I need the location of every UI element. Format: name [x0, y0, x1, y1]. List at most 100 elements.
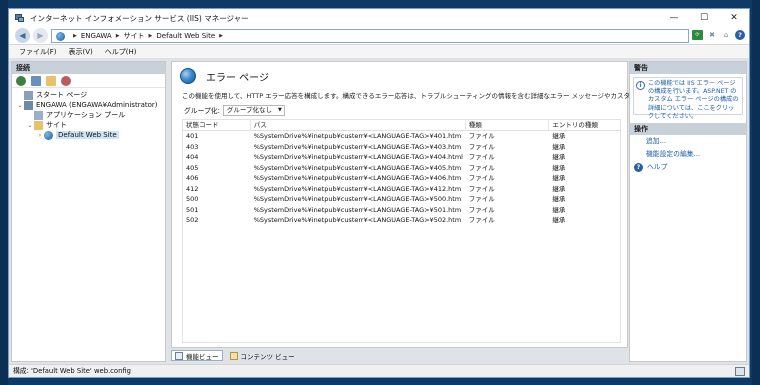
- main-content: 接続 スタート ページ ⌄ ENGAWA (ENGAWA¥Administrat…: [9, 59, 749, 364]
- table-row[interactable]: 405 %SystemDrive%¥inetpub¥custerr¥<LANGU…: [183, 163, 620, 174]
- website-globe-icon: [44, 130, 53, 140]
- feature-pane: エラー ページ この機能を使用して、HTTP エラー応答を構成します。構成できる…: [171, 61, 699, 348]
- desktop-background-right: [752, 0, 760, 385]
- breadcrumb-separator: ▶: [73, 33, 77, 39]
- action-add[interactable]: 追加...: [630, 135, 746, 148]
- connect-icon[interactable]: [16, 75, 26, 86]
- cell-path: %SystemDrive%¥inetpub¥custerr¥<LANGUAGE-…: [253, 216, 462, 224]
- menu-help[interactable]: ヘルプ(H): [99, 47, 143, 57]
- cell-entry-type: 継承: [552, 216, 566, 224]
- tree-item-default-web-site[interactable]: › Default Web Site: [12, 130, 165, 140]
- tree-item-start-page[interactable]: スタート ページ: [12, 90, 165, 100]
- table-row[interactable]: 404 %SystemDrive%¥inetpub¥custerr¥<LANGU…: [183, 152, 620, 163]
- expand-toggle[interactable]: ›: [36, 132, 44, 139]
- cell-type: ファイル: [468, 132, 495, 140]
- table-row[interactable]: 502 %SystemDrive%¥inetpub¥custerr¥<LANGU…: [183, 215, 620, 226]
- back-arrow-icon: ◀: [19, 31, 26, 40]
- tab-label: 機能ビュー: [186, 352, 219, 361]
- cell-path: %SystemDrive%¥inetpub¥custerr¥<LANGUAGE-…: [253, 142, 462, 151]
- tab-features-view[interactable]: 機能ビュー: [171, 350, 223, 361]
- home-icon[interactable]: ⌂: [721, 30, 731, 40]
- table-row[interactable]: 406 %SystemDrive%¥inetpub¥custerr¥<LANGU…: [183, 173, 620, 184]
- cell-status-code: 501: [186, 205, 199, 214]
- app-pool-icon: [34, 110, 43, 120]
- tree-item-sites[interactable]: ⌄ サイト: [12, 120, 165, 130]
- cell-type: ファイル: [468, 195, 495, 203]
- action-edit-feature-settings[interactable]: 機能設定の編集...: [630, 148, 746, 161]
- cell-status-code: 403: [186, 142, 199, 151]
- forward-button[interactable]: ▶: [33, 28, 48, 43]
- expand-toggle[interactable]: ⌄: [16, 102, 24, 109]
- features-view-icon: [175, 351, 183, 360]
- tab-label: コンテンツ ビュー: [240, 352, 295, 361]
- breadcrumb-separator: ▶: [148, 33, 153, 39]
- page-description: この機能を使用して、HTTP エラー応答を構成します。構成できるエラー応答は、ト…: [182, 92, 699, 100]
- connections-toolbar: [12, 74, 165, 88]
- menu-bar: ファイル(F) 表示(V) ヘルプ(H): [9, 45, 749, 59]
- table-row[interactable]: 501 %SystemDrive%¥inetpub¥custerr¥<LANGU…: [183, 205, 620, 216]
- group-by-bar: グループ化: グループ化なし ▼: [172, 103, 627, 117]
- close-button[interactable]: ✕: [719, 9, 749, 27]
- back-button[interactable]: ◀: [15, 28, 30, 43]
- server-icon: [24, 100, 33, 110]
- column-header-entry-type[interactable]: エントリの種類: [549, 120, 620, 130]
- tab-content-view[interactable]: コンテンツ ビュー: [227, 350, 298, 361]
- window-controls: — ☐ ✕: [659, 9, 749, 27]
- cell-status-code: 404: [186, 153, 199, 161]
- save-icon[interactable]: [31, 75, 41, 86]
- stop-icon[interactable]: ✖: [707, 30, 717, 40]
- disconnect-icon[interactable]: [61, 75, 71, 86]
- status-text: 構成: 'Default Web Site' web.config: [13, 367, 131, 375]
- actions-header: 操作: [630, 123, 746, 135]
- cell-path: %SystemDrive%¥inetpub¥custerr¥<LANGUAGE-…: [253, 163, 462, 172]
- table-header: 状態コード パス 種類 エントリの種類: [183, 120, 620, 131]
- minimize-button[interactable]: —: [659, 9, 689, 27]
- help-icon[interactable]: ?: [735, 30, 745, 40]
- menu-file[interactable]: ファイル(F): [9, 47, 63, 57]
- column-header-status-code[interactable]: 状態コード: [183, 120, 251, 130]
- table-row[interactable]: 500 %SystemDrive%¥inetpub¥custerr¥<LANGU…: [183, 194, 620, 205]
- tree-item-server[interactable]: ⌄ ENGAWA (ENGAWA¥Administrator): [12, 100, 165, 110]
- view-tabs: 機能ビュー コンテンツ ビュー: [171, 349, 298, 362]
- breadcrumb[interactable]: ▶ ENGAWA ▶ サイト ▶ Default Web Site ▶: [51, 29, 689, 43]
- help-icon: ?: [634, 163, 643, 172]
- alert-box[interactable]: i この機能では IIS エラー ページの構成を行います。ASP.NET のカス…: [633, 77, 743, 120]
- breadcrumb-item-default-web-site[interactable]: Default Web Site: [156, 32, 215, 40]
- breadcrumb-item-sites[interactable]: サイト: [124, 31, 145, 41]
- cell-type: ファイル: [468, 174, 495, 182]
- page-title: エラー ページ: [206, 72, 269, 84]
- menu-view[interactable]: 表示(V): [63, 47, 99, 57]
- cell-path: %SystemDrive%¥inetpub¥custerr¥<LANGUAGE-…: [253, 195, 462, 203]
- up-folder-icon[interactable]: [46, 75, 56, 86]
- cell-type: ファイル: [468, 163, 495, 172]
- cell-status-code: 406: [186, 174, 199, 182]
- table-row[interactable]: 401 %SystemDrive%¥inetpub¥custerr¥<LANGU…: [183, 131, 620, 142]
- cell-entry-type: 継承: [552, 142, 566, 151]
- column-header-path[interactable]: パス: [251, 120, 466, 130]
- cell-entry-type: 継承: [552, 195, 566, 203]
- action-help[interactable]: ? ヘルプ: [630, 161, 746, 174]
- expand-toggle[interactable]: ⌄: [26, 122, 34, 129]
- error-pages-globe-icon: [180, 68, 196, 84]
- tree-item-app-pools[interactable]: アプリケーション プール: [12, 110, 165, 120]
- alert-text[interactable]: この機能では IIS エラー ページの構成を行います。ASP.NET のカスタム…: [648, 80, 740, 120]
- cell-path: %SystemDrive%¥inetpub¥custerr¥<LANGUAGE-…: [253, 132, 462, 140]
- address-bar: ◀ ▶ ▶ ENGAWA ▶ サイト ▶ Default Web Site ▶ …: [9, 27, 749, 45]
- cell-type: ファイル: [468, 184, 495, 193]
- action-help-label: ヘルプ: [647, 163, 668, 171]
- group-by-label: グループ化:: [184, 107, 220, 115]
- table-row[interactable]: 403 %SystemDrive%¥inetpub¥custerr¥<LANGU…: [183, 142, 620, 153]
- group-by-select[interactable]: グループ化なし ▼: [222, 104, 285, 116]
- info-icon: i: [636, 81, 645, 90]
- refresh-icon[interactable]: ⟳: [692, 30, 703, 40]
- column-header-type[interactable]: 種類: [466, 120, 550, 130]
- table-row[interactable]: 412 %SystemDrive%¥inetpub¥custerr¥<LANGU…: [183, 184, 620, 195]
- title-bar[interactable]: インターネット インフォメーション サービス (IIS) マネージャー — ☐ …: [9, 9, 749, 27]
- cell-path: %SystemDrive%¥inetpub¥custerr¥<LANGUAGE-…: [253, 184, 462, 193]
- start-page-icon: [24, 90, 33, 100]
- breadcrumb-separator: ▶: [219, 33, 223, 39]
- connections-tree: スタート ページ ⌄ ENGAWA (ENGAWA¥Administrator)…: [12, 88, 165, 140]
- breadcrumb-item-server[interactable]: ENGAWA: [81, 32, 112, 40]
- cell-entry-type: 継承: [552, 174, 566, 182]
- maximize-button[interactable]: ☐: [689, 9, 719, 27]
